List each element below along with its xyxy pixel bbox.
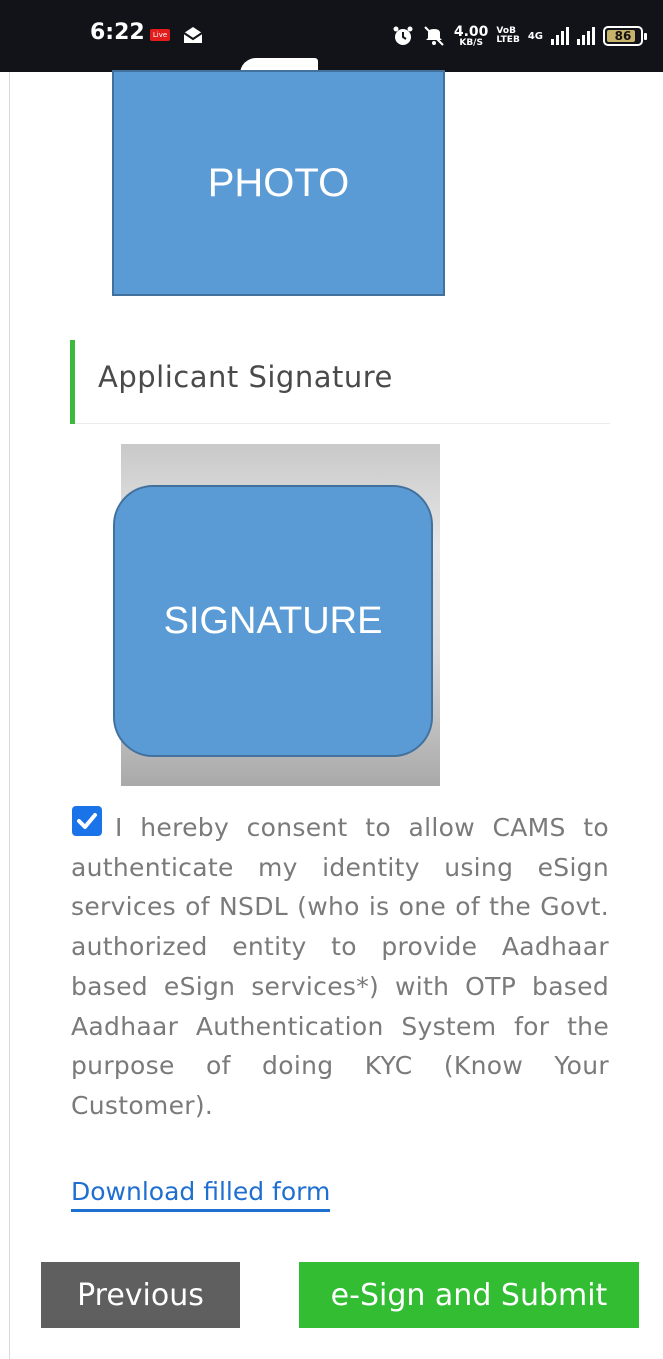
page-left-border xyxy=(9,72,10,1359)
section-title: Applicant Signature xyxy=(98,360,393,394)
battery-level: 86 xyxy=(614,29,632,43)
network-speed: 4.00 KB/S xyxy=(454,25,489,48)
esign-submit-button[interactable]: e-Sign and Submit xyxy=(299,1262,639,1328)
volte-icon: VoB LTEB xyxy=(496,27,519,45)
section-divider xyxy=(75,423,610,424)
live-badge-icon: Live xyxy=(150,29,170,41)
photo-label: PHOTO xyxy=(207,160,350,205)
status-right-icons: 4.00 KB/S VoB LTEB 4G 86 xyxy=(392,22,647,50)
signature-placeholder: SIGNATURE xyxy=(113,485,433,757)
status-bar: 6:22 Live 4.00 KB/S VoB LTEB 4G 86 xyxy=(0,0,663,72)
section-accent-bar xyxy=(70,340,75,424)
signal-bars-icon xyxy=(551,27,569,45)
mute-icon xyxy=(424,26,444,46)
status-time: 6:22 xyxy=(90,20,145,45)
network-speed-value: 4.00 xyxy=(453,23,489,40)
alarm-icon xyxy=(393,26,413,45)
battery-icon: 86 xyxy=(603,26,647,46)
signature-label: SIGNATURE xyxy=(163,599,383,642)
signal-bars-2-icon xyxy=(577,27,595,45)
download-form-link[interactable]: Download filled form xyxy=(71,1177,331,1212)
network-speed-unit: KB/S xyxy=(459,37,483,48)
consent-paragraph: I hereby consent to allow CAMS to authen… xyxy=(71,808,609,1126)
previous-button[interactable]: Previous xyxy=(41,1262,240,1328)
consent-text: I hereby consent to allow CAMS to authen… xyxy=(71,813,609,1120)
photo-placeholder: PHOTO xyxy=(112,70,445,296)
volte-bottom: LTEB xyxy=(496,35,520,45)
network-type: 4G xyxy=(527,30,543,42)
mail-icon xyxy=(183,27,203,43)
